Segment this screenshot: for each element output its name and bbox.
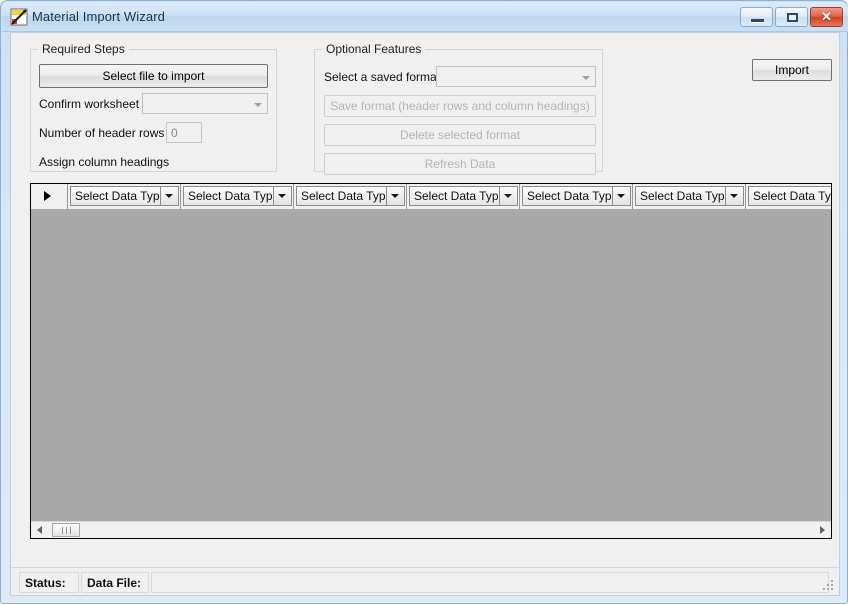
number-of-header-rows-label: Number of header rows [39, 126, 165, 140]
status-panel: Status: [19, 572, 79, 593]
refresh-data-button[interactable]: Refresh Data [324, 153, 596, 175]
required-steps-legend: Required Steps [38, 42, 129, 56]
scroll-left-arrow-icon[interactable] [31, 522, 48, 538]
maximize-button[interactable] [775, 7, 808, 27]
chevron-down-icon[interactable] [578, 68, 594, 85]
select-data-type-label: Select Data Type [640, 189, 732, 203]
status-label: Status: [25, 576, 66, 590]
grid-column-header[interactable]: Select Data Type [68, 184, 181, 209]
chevron-down-icon[interactable] [725, 187, 743, 205]
row-selector-header-cell[interactable] [31, 184, 68, 209]
application-window: Material Import Wizard ✕ Required Steps … [0, 0, 848, 604]
title-bar[interactable]: Material Import Wizard ✕ [2, 2, 848, 32]
chevron-down-icon[interactable] [499, 187, 517, 205]
number-of-header-rows-input[interactable]: 0 [166, 122, 202, 143]
grid-column-header[interactable]: Select Data Type [746, 184, 831, 209]
select-data-type-combobox[interactable]: Select Data Type [296, 186, 405, 206]
status-bar: Status: Data File: [10, 567, 840, 596]
scrollbar-grip-icon [62, 527, 71, 534]
chevron-down-icon[interactable] [160, 187, 178, 205]
chevron-down-icon[interactable] [250, 95, 266, 112]
select-data-type-combobox[interactable]: Select Data Type [522, 186, 631, 206]
select-file-to-import-button[interactable]: Select file to import [39, 64, 268, 88]
select-saved-format-label: Select a saved format [324, 70, 441, 84]
confirm-worksheet-combobox[interactable] [142, 93, 268, 114]
window-title: Material Import Wizard [32, 9, 165, 24]
minimize-icon [751, 19, 764, 23]
optional-features-legend: Optional Features [322, 42, 426, 56]
grid-column-header[interactable]: Select Data Type [633, 184, 746, 209]
select-data-type-label: Select Data Type [75, 189, 167, 203]
spreadsheet-chart-icon [10, 8, 28, 26]
select-data-type-label: Select Data Type [414, 189, 506, 203]
delete-selected-format-button[interactable]: Delete selected format [324, 124, 596, 146]
grid-column-header[interactable]: Select Data Type [181, 184, 294, 209]
scroll-right-arrow-icon[interactable] [814, 522, 831, 538]
grid-column-header[interactable]: Select Data Type [520, 184, 633, 209]
status-message-panel [151, 572, 829, 593]
select-data-type-label: Select Data Type [301, 189, 393, 203]
grid-column-header[interactable]: Select Data Type [407, 184, 520, 209]
data-file-label: Data File: [87, 576, 142, 590]
close-icon: ✕ [821, 9, 832, 24]
header-rows-value: 0 [171, 126, 178, 140]
minimize-button[interactable] [740, 7, 773, 27]
data-grid-body[interactable] [31, 209, 831, 521]
saved-format-combobox[interactable] [436, 66, 596, 87]
assign-column-headings-label: Assign column headings [39, 155, 170, 169]
select-data-type-label: Select Data Type [188, 189, 280, 203]
select-data-type-label: Select Data Type [527, 189, 619, 203]
scrollbar-thumb[interactable] [52, 523, 80, 537]
chevron-down-icon[interactable] [612, 187, 630, 205]
close-button[interactable]: ✕ [810, 7, 843, 27]
data-grid-header-row: Select Data Type Select Data Type Select… [31, 184, 831, 210]
confirm-worksheet-label: Confirm worksheet [39, 97, 140, 111]
select-data-type-combobox[interactable]: Select Data Type [748, 186, 831, 206]
client-area: Required Steps Select file to import Con… [10, 32, 840, 596]
required-steps-group: Required Steps Select file to import Con… [30, 42, 277, 172]
select-data-type-combobox[interactable]: Select Data Type [183, 186, 292, 206]
horizontal-scrollbar[interactable] [31, 521, 831, 538]
select-data-type-combobox[interactable]: Select Data Type [70, 186, 179, 206]
select-data-type-combobox[interactable]: Select Data Type [409, 186, 518, 206]
select-data-type-combobox[interactable]: Select Data Type [635, 186, 744, 206]
optional-features-group: Optional Features Select a saved format … [314, 42, 603, 175]
chevron-down-icon[interactable] [386, 187, 404, 205]
select-data-type-label: Select Data Type [753, 189, 831, 203]
data-file-panel: Data File: [81, 572, 149, 593]
import-button[interactable]: Import [752, 59, 832, 81]
maximize-icon [787, 13, 798, 22]
row-select-arrow-icon [44, 191, 51, 201]
save-format-button[interactable]: Save format (header rows and column head… [324, 95, 596, 117]
window-frame: Material Import Wizard ✕ Required Steps … [1, 1, 848, 605]
chevron-down-icon[interactable] [273, 187, 291, 205]
grid-column-header[interactable]: Select Data Type [294, 184, 407, 209]
data-grid[interactable]: Select Data Type Select Data Type Select… [30, 183, 832, 539]
resize-grip-icon[interactable] [823, 580, 836, 593]
